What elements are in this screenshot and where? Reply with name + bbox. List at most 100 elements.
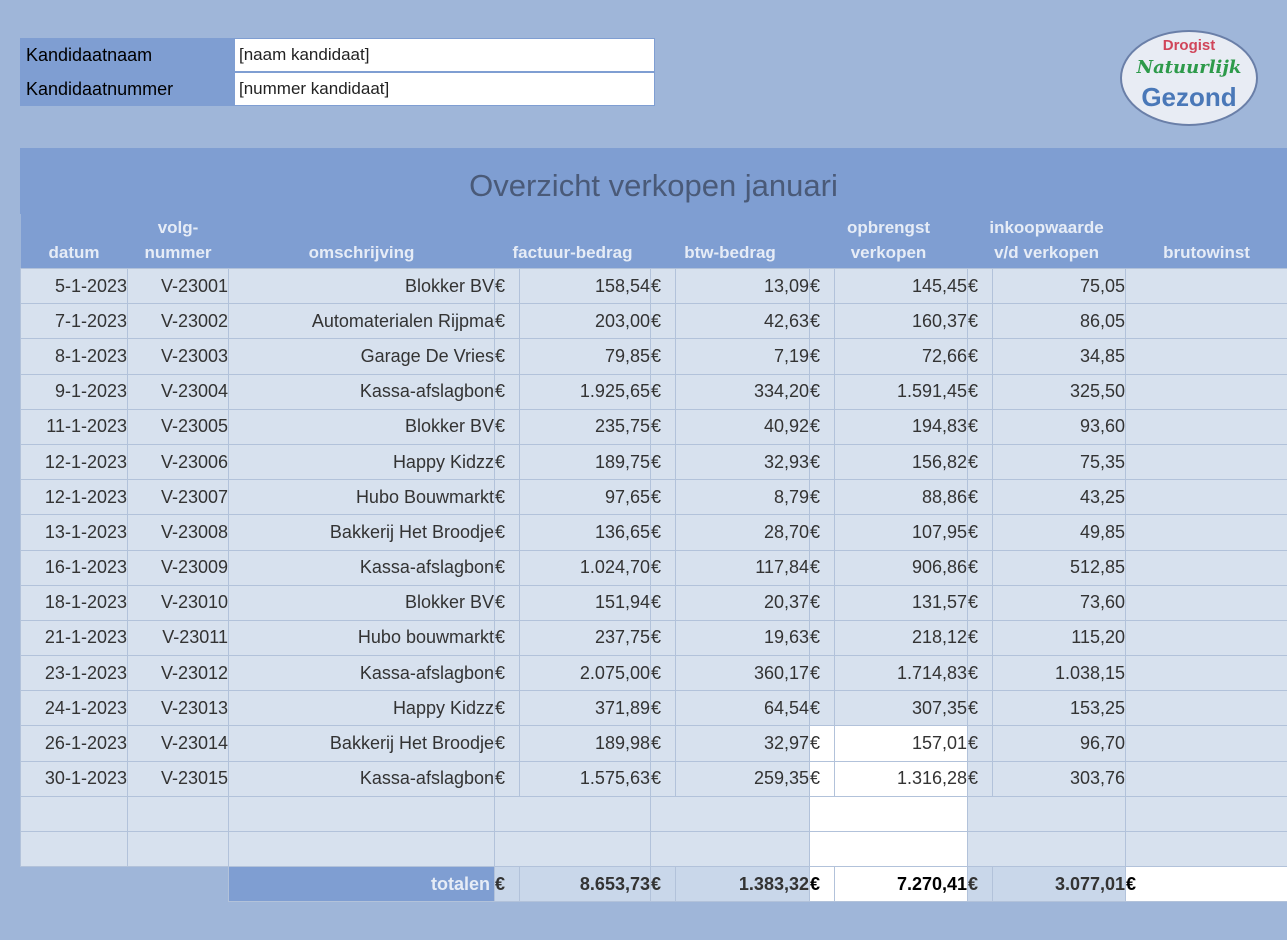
cell-btw[interactable]: 32,97 [675, 725, 810, 762]
cell-inkoop[interactable]: 153,25 [992, 690, 1127, 727]
cell-omschrijving[interactable]: Garage De Vries [228, 338, 495, 375]
cell-inkoop[interactable]: 96,70 [992, 725, 1127, 762]
empty-cell[interactable] [20, 830, 128, 868]
cell-opbrengst[interactable]: 72,66 [833, 338, 969, 375]
cell-datum[interactable]: 8-1-2023 [20, 338, 128, 375]
cell-brutowinst[interactable] [1125, 690, 1287, 727]
cell-nummer[interactable]: V-23006 [127, 443, 229, 481]
cell-nummer[interactable]: V-23013 [127, 690, 229, 727]
cell-brutowinst[interactable] [1125, 514, 1287, 551]
cell-factuur[interactable]: 97,65 [519, 479, 651, 516]
cell-brutowinst[interactable] [1125, 619, 1287, 657]
cell-omschrijving[interactable]: Hubo Bouwmarkt [228, 479, 495, 516]
cell-inkoop[interactable]: 34,85 [992, 338, 1127, 375]
cell-inkoop[interactable]: 93,60 [992, 408, 1127, 445]
cell-inkoop[interactable]: 303,76 [992, 760, 1127, 797]
cell-brutowinst[interactable] [1125, 549, 1287, 586]
cell-brutowinst[interactable] [1125, 373, 1287, 410]
cell-datum[interactable]: 26-1-2023 [20, 725, 128, 762]
empty-cell[interactable] [808, 795, 969, 833]
cell-btw[interactable]: 64,54 [675, 690, 810, 727]
cell-datum[interactable]: 12-1-2023 [20, 443, 128, 481]
cell-brutowinst[interactable] [1125, 338, 1287, 375]
cell-nummer[interactable]: V-23003 [127, 338, 229, 375]
cell-nummer[interactable]: V-23007 [127, 479, 229, 516]
cell-datum[interactable]: 11-1-2023 [20, 408, 128, 445]
cell-nummer[interactable]: V-23004 [127, 373, 229, 410]
cell-opbrengst[interactable]: 156,82 [833, 443, 969, 481]
cell-factuur[interactable]: 2.075,00 [519, 655, 651, 692]
cell-omschrijving[interactable]: Bakkerij Het Broodje [228, 514, 495, 551]
cell-omschrijving[interactable]: Automaterialen Rijpma [228, 303, 495, 340]
cell-factuur[interactable]: 151,94 [519, 584, 651, 621]
cell-btw[interactable]: 40,92 [675, 408, 810, 445]
cell-opbrengst[interactable]: 218,12 [833, 619, 969, 657]
cell-btw[interactable]: 19,63 [675, 619, 810, 657]
cell-datum[interactable]: 7-1-2023 [20, 303, 128, 340]
cell-nummer[interactable]: V-23010 [127, 584, 229, 621]
cell-inkoop[interactable]: 73,60 [992, 584, 1127, 621]
total-inkoop[interactable]: 3.077,01 [992, 866, 1127, 903]
cell-datum[interactable]: 9-1-2023 [20, 373, 128, 410]
cell-opbrengst[interactable]: 1.316,28 [833, 760, 969, 797]
empty-cell[interactable] [228, 830, 495, 868]
cell-factuur[interactable]: 1.925,65 [519, 373, 651, 410]
cell-nummer[interactable]: V-23008 [127, 514, 229, 551]
cell-opbrengst[interactable]: 307,35 [833, 690, 969, 727]
cell-nummer[interactable]: V-23012 [127, 655, 229, 692]
cell-inkoop[interactable]: 325,50 [992, 373, 1127, 410]
cell-opbrengst[interactable]: 145,45 [833, 267, 969, 305]
cell-factuur[interactable]: 1.575,63 [519, 760, 651, 797]
cell-inkoop[interactable]: 75,35 [992, 443, 1127, 481]
empty-cell[interactable] [494, 795, 651, 833]
cell-nummer[interactable]: V-23002 [127, 303, 229, 340]
cell-datum[interactable]: 23-1-2023 [20, 655, 128, 692]
cell-brutowinst[interactable] [1125, 408, 1287, 445]
cell-brutowinst[interactable] [1125, 303, 1287, 340]
cell-factuur[interactable]: 371,89 [519, 690, 651, 727]
candidate-name-field[interactable]: [naam kandidaat] [234, 38, 655, 72]
cell-opbrengst[interactable]: 194,83 [833, 408, 969, 445]
cell-nummer[interactable]: V-23011 [127, 619, 229, 657]
empty-cell[interactable] [228, 795, 495, 833]
empty-cell[interactable] [127, 795, 229, 833]
empty-cell[interactable] [808, 830, 969, 868]
cell-opbrengst[interactable]: 131,57 [833, 584, 969, 621]
cell-nummer[interactable]: V-23015 [127, 760, 229, 797]
cell-omschrijving[interactable]: Bakkerij Het Broodje [228, 725, 495, 762]
cell-omschrijving[interactable]: Blokker BV [228, 408, 495, 445]
cell-brutowinst[interactable] [1125, 443, 1287, 481]
cell-omschrijving[interactable]: Kassa-afslagbon [228, 760, 495, 797]
cell-opbrengst[interactable]: 88,86 [833, 479, 969, 516]
cell-brutowinst[interactable] [1125, 655, 1287, 692]
cell-factuur[interactable]: 189,75 [519, 443, 651, 481]
cell-omschrijving[interactable]: Happy Kidzz [228, 443, 495, 481]
cell-opbrengst[interactable]: 906,86 [833, 549, 969, 586]
cell-brutowinst[interactable] [1125, 584, 1287, 621]
cell-inkoop[interactable]: 49,85 [992, 514, 1127, 551]
total-btw[interactable]: 1.383,32 [675, 866, 810, 903]
cell-brutowinst[interactable] [1125, 725, 1287, 762]
cell-omschrijving[interactable]: Hubo bouwmarkt [228, 619, 495, 657]
cell-datum[interactable]: 24-1-2023 [20, 690, 128, 727]
cell-btw[interactable]: 117,84 [675, 549, 810, 586]
cell-opbrengst[interactable]: 160,37 [833, 303, 969, 340]
cell-datum[interactable]: 12-1-2023 [20, 479, 128, 516]
cell-opbrengst[interactable]: 1.591,45 [833, 373, 969, 410]
cell-omschrijving[interactable]: Kassa-afslagbon [228, 373, 495, 410]
candidate-number-field[interactable]: [nummer kandidaat] [234, 72, 655, 106]
cell-inkoop[interactable]: 512,85 [992, 549, 1127, 586]
cell-btw[interactable]: 360,17 [675, 655, 810, 692]
cell-datum[interactable]: 18-1-2023 [20, 584, 128, 621]
cell-datum[interactable]: 21-1-2023 [20, 619, 128, 657]
cell-datum[interactable]: 13-1-2023 [20, 514, 128, 551]
cell-btw[interactable]: 259,35 [675, 760, 810, 797]
cell-datum[interactable]: 30-1-2023 [20, 760, 128, 797]
cell-inkoop[interactable]: 1.038,15 [992, 655, 1127, 692]
cell-btw[interactable]: 334,20 [675, 373, 810, 410]
cell-btw[interactable]: 32,93 [675, 443, 810, 481]
cell-btw[interactable]: 8,79 [675, 479, 810, 516]
cell-factuur[interactable]: 136,65 [519, 514, 651, 551]
cell-btw[interactable]: 28,70 [675, 514, 810, 551]
cell-inkoop[interactable]: 75,05 [992, 267, 1127, 305]
